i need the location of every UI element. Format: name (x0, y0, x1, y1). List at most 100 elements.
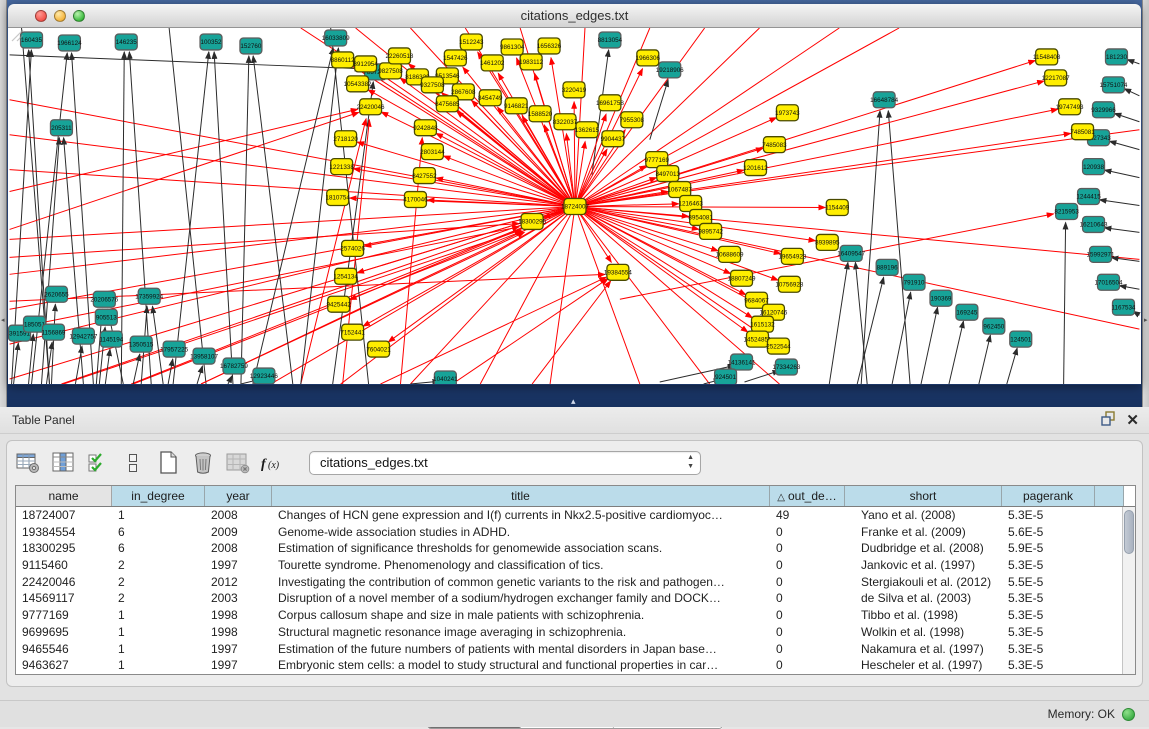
citation-edge[interactable] (197, 366, 202, 384)
citation-edge[interactable] (1007, 348, 1017, 384)
cell-name[interactable]: 9465546 (16, 641, 112, 658)
cell-out_de…[interactable]: 0 (770, 657, 845, 674)
citation-edge[interactable] (253, 48, 333, 384)
cell-name[interactable]: 18724007 (16, 507, 112, 524)
cell-name[interactable]: 18300295 (16, 540, 112, 557)
citation-edge[interactable] (63, 230, 521, 384)
citation-edge[interactable] (829, 262, 848, 384)
citation-edge[interactable] (949, 321, 964, 384)
close-panel-icon[interactable]: ✕ (1126, 412, 1139, 430)
cell-year[interactable]: 1997 (205, 657, 272, 674)
cell-in_degree[interactable]: 2 (112, 557, 205, 574)
cell-in_degree[interactable]: 2 (112, 590, 205, 607)
cell-pagerank[interactable]: 5.3E-5 (1002, 624, 1095, 641)
delete-table-icon[interactable] (225, 450, 251, 476)
column-header-in_degree[interactable]: in_degree (112, 486, 205, 506)
cell-year[interactable]: 1997 (205, 557, 272, 574)
citation-edge[interactable] (575, 206, 640, 384)
cell-in_degree[interactable]: 6 (112, 524, 205, 541)
citation-edge[interactable] (888, 111, 910, 384)
citation-edge[interactable] (105, 349, 110, 384)
collapse-right-icon[interactable]: ▸ (1144, 316, 1148, 324)
citation-edge[interactable] (575, 81, 1044, 207)
show-columns-icon[interactable] (50, 450, 76, 476)
citation-edge[interactable] (41, 138, 59, 384)
cell-name[interactable]: 22420046 (16, 574, 112, 591)
cell-name[interactable]: 9463627 (16, 657, 112, 674)
citation-edge[interactable] (357, 142, 575, 206)
cell-in_degree[interactable]: 1 (112, 607, 205, 624)
cell-out_de…[interactable]: 0 (770, 540, 845, 557)
citation-edge[interactable] (214, 52, 233, 384)
cell-title[interactable]: Investigating the contribution of common… (272, 574, 770, 591)
delete-icon[interactable] (190, 450, 216, 476)
citation-edge[interactable] (650, 80, 668, 140)
cell-out_de…[interactable]: 0 (770, 574, 845, 591)
cell-year[interactable]: 2009 (205, 524, 272, 541)
cell-short[interactable]: Tibbo et al. (1998) (845, 607, 1002, 624)
citation-edge[interactable] (10, 206, 575, 344)
network-window-titlebar[interactable]: citations_edges.txt (8, 4, 1141, 28)
cell-in_degree[interactable]: 1 (112, 657, 205, 674)
table-row[interactable]: 1456911722003Disruption of a novel membe… (16, 590, 1122, 607)
cell-short[interactable]: Stergiakouli et al. (2012) (845, 574, 1002, 591)
cell-year[interactable]: 1998 (205, 624, 272, 641)
citation-edge[interactable] (1064, 222, 1066, 384)
cell-title[interactable]: Estimation of significance thresholds fo… (272, 540, 770, 557)
cell-pagerank[interactable]: 5.9E-5 (1002, 540, 1095, 557)
citation-edge[interactable] (10, 135, 575, 207)
citation-edge[interactable] (1104, 228, 1139, 233)
cell-title[interactable]: Changes of HCN gene expression and I(f) … (272, 507, 770, 524)
column-header-short[interactable]: short (845, 486, 1002, 506)
citation-edge[interactable] (517, 58, 575, 206)
citation-edge[interactable] (1114, 113, 1139, 121)
cell-year[interactable]: 2003 (205, 590, 272, 607)
citation-edge[interactable] (532, 281, 611, 384)
cell-short[interactable]: Wolkin et al. (1998) (845, 624, 1002, 641)
select-all-icon[interactable] (85, 450, 111, 476)
table-row[interactable]: 946362711997Embryonic stem cells: a mode… (16, 657, 1122, 674)
cell-title[interactable]: Embryonic stem cells: a model to study s… (272, 657, 770, 674)
citation-edge[interactable] (550, 206, 575, 384)
citation-edge[interactable] (1104, 170, 1139, 178)
cell-out_de…[interactable]: 0 (770, 607, 845, 624)
cell-in_degree[interactable]: 1 (112, 641, 205, 658)
cell-year[interactable]: 2008 (205, 507, 272, 524)
table-mode-icon[interactable] (15, 450, 41, 476)
cell-in_degree[interactable]: 6 (112, 540, 205, 557)
resize-grip-icon[interactable] (8, 28, 24, 42)
cell-pagerank[interactable]: 5.3E-5 (1002, 607, 1095, 624)
cell-title[interactable]: Structural magnetic resonance image aver… (272, 624, 770, 641)
citation-edge[interactable] (173, 52, 209, 384)
column-header-title[interactable]: title (272, 486, 770, 506)
citation-edge[interactable] (575, 61, 1035, 207)
cell-out_de…[interactable]: 0 (770, 524, 845, 541)
citation-edge[interactable] (892, 292, 911, 384)
table-row[interactable]: 969969511998Structural magnetic resonanc… (16, 624, 1122, 641)
citation-edge[interactable] (241, 56, 249, 384)
column-header-filler[interactable] (1095, 486, 1124, 506)
table-row[interactable]: 1938455462009Genome-wide association stu… (16, 524, 1122, 541)
cell-name[interactable]: 9115460 (16, 557, 112, 574)
cell-pagerank[interactable]: 5.3E-5 (1002, 557, 1095, 574)
cell-year[interactable]: 2012 (205, 574, 272, 591)
table-row[interactable]: 977716911998Corpus callosum shape and si… (16, 607, 1122, 624)
cell-short[interactable]: Dudbridge et al. (2008) (845, 540, 1002, 557)
citation-edge[interactable] (228, 376, 232, 384)
cell-pagerank[interactable]: 5.3E-5 (1002, 590, 1095, 607)
cell-short[interactable]: Yano et al. (2008) (845, 507, 1002, 524)
table-row[interactable]: 1830029562008Estimation of significance … (16, 540, 1122, 557)
table-selector-dropdown[interactable]: citations_edges.txt ▲▼ (309, 451, 701, 475)
new-table-icon[interactable] (155, 450, 181, 476)
table-row[interactable]: 1872400712008Changes of HCN gene express… (16, 507, 1122, 524)
citation-edge[interactable] (271, 206, 575, 384)
citation-edge[interactable] (169, 28, 206, 384)
cell-out_de…[interactable]: 0 (770, 590, 845, 607)
network-canvas[interactable]: 1604351966124146235100352152760160338097… (8, 28, 1141, 384)
cell-pagerank[interactable]: 5.3E-5 (1002, 657, 1095, 674)
citation-network-graph[interactable]: 1604351966124146235100352152760160338097… (8, 28, 1141, 384)
citation-edge[interactable] (388, 206, 575, 342)
citation-edge[interactable] (1100, 200, 1140, 206)
vertical-scrollbar[interactable] (1122, 507, 1135, 674)
column-header-pagerank[interactable]: pagerank (1002, 486, 1095, 506)
